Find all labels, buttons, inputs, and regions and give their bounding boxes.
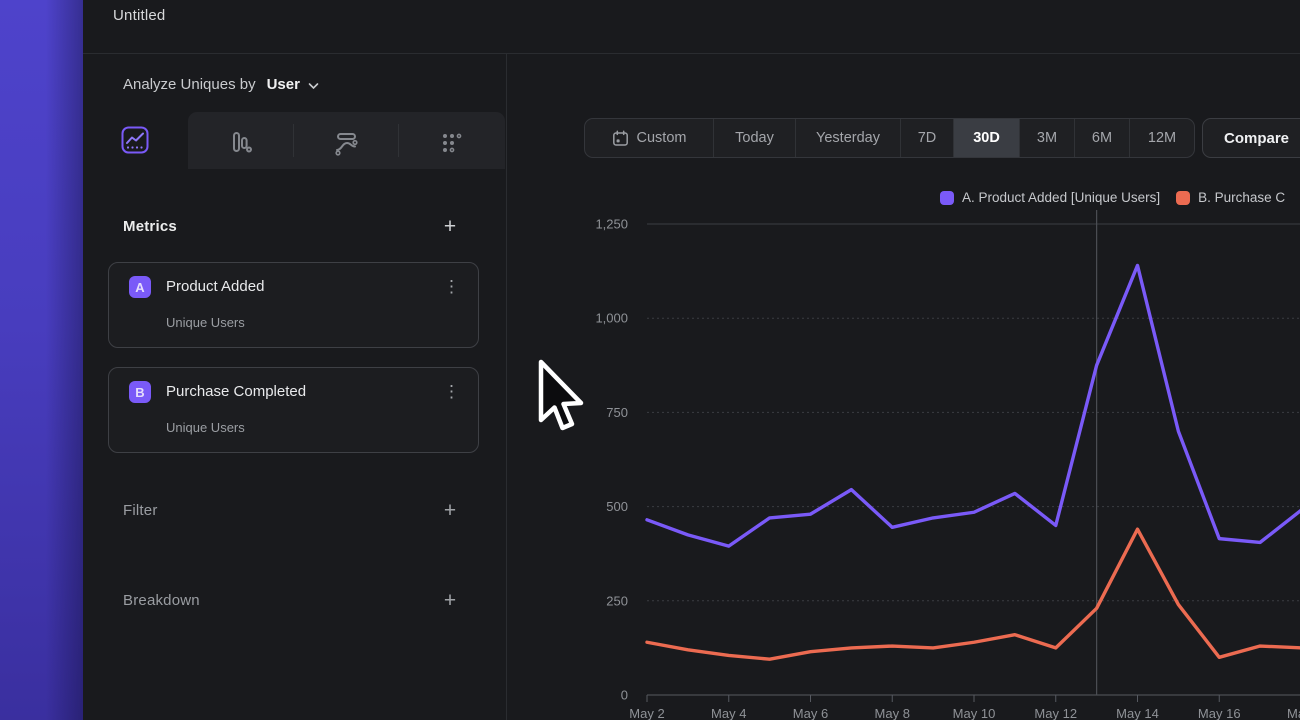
x-tick-label: May 8 [875,706,910,720]
breakdown-section-title: Breakdown [123,592,200,609]
y-tick-label: 1,000 [595,311,628,326]
x-tick-label: May 2 [629,706,664,720]
analyze-uniques-control[interactable]: Analyze Uniques by User [123,75,319,94]
app-window: { "window": { "title": "Untitled" }, "si… [0,0,1300,720]
metric-card-b[interactable]: B Purchase Completed Unique Users ⋮ [108,367,479,453]
x-tick-label: May 6 [793,706,828,720]
kebab-menu-icon[interactable]: ⋮ [443,381,460,403]
x-tick-label: May 12 [1034,706,1077,720]
mouse-cursor [533,358,587,449]
kebab-menu-icon[interactable]: ⋮ [443,276,460,298]
x-tick-label: Ma [1287,706,1300,720]
chevron-down-icon [308,77,319,94]
metric-aggregation[interactable]: Unique Users [166,315,245,330]
x-tick-label: May 4 [711,706,746,720]
grid-dots-icon [437,129,465,157]
tab-line-chart[interactable] [121,126,149,154]
line-chart-icon [121,126,149,154]
add-metric-button[interactable]: + [440,217,460,237]
tab-divider [398,124,399,157]
chart-canvas[interactable]: 0 250 500 750 1,000 1,250 May 2 May 4 May 6 May 8… [506,55,1300,720]
analyze-label: Analyze Uniques by [123,76,256,93]
metric-name[interactable]: Purchase Completed [166,383,306,400]
analyze-value[interactable]: User [267,76,300,93]
filter-section-title: Filter [123,502,158,519]
add-breakdown-button[interactable]: + [440,591,460,611]
metric-badge: B [129,381,151,403]
y-tick-label: 500 [606,499,628,514]
y-tick-label: 1,250 [595,217,628,232]
metric-aggregation[interactable]: Unique Users [166,420,245,435]
tab-grid-dots[interactable] [436,128,466,158]
nav-gradient-rail [0,0,83,720]
add-filter-button[interactable]: + [440,501,460,521]
x-tick-label: May 16 [1198,706,1241,720]
metrics-section-title: Metrics [123,218,177,235]
series-line[interactable] [647,265,1300,546]
x-tick-label: May 10 [953,706,996,720]
series-line[interactable] [647,529,1300,659]
cursor-arrow-icon [533,358,587,444]
flows-icon [332,129,360,157]
tab-divider [293,124,294,157]
y-tick-label: 0 [621,688,628,703]
bar-chart-icon [226,129,254,157]
header-divider [83,53,1300,54]
tab-flows[interactable] [331,128,361,158]
x-tick-label: May 14 [1116,706,1159,720]
metric-card-a[interactable]: A Product Added Unique Users ⋮ [108,262,479,348]
tab-bar-chart[interactable] [225,128,255,158]
metric-badge: A [129,276,151,298]
report-title[interactable]: Untitled [113,7,165,24]
y-tick-label: 750 [606,405,628,420]
y-tick-label: 250 [606,593,628,608]
metric-name[interactable]: Product Added [166,278,264,295]
